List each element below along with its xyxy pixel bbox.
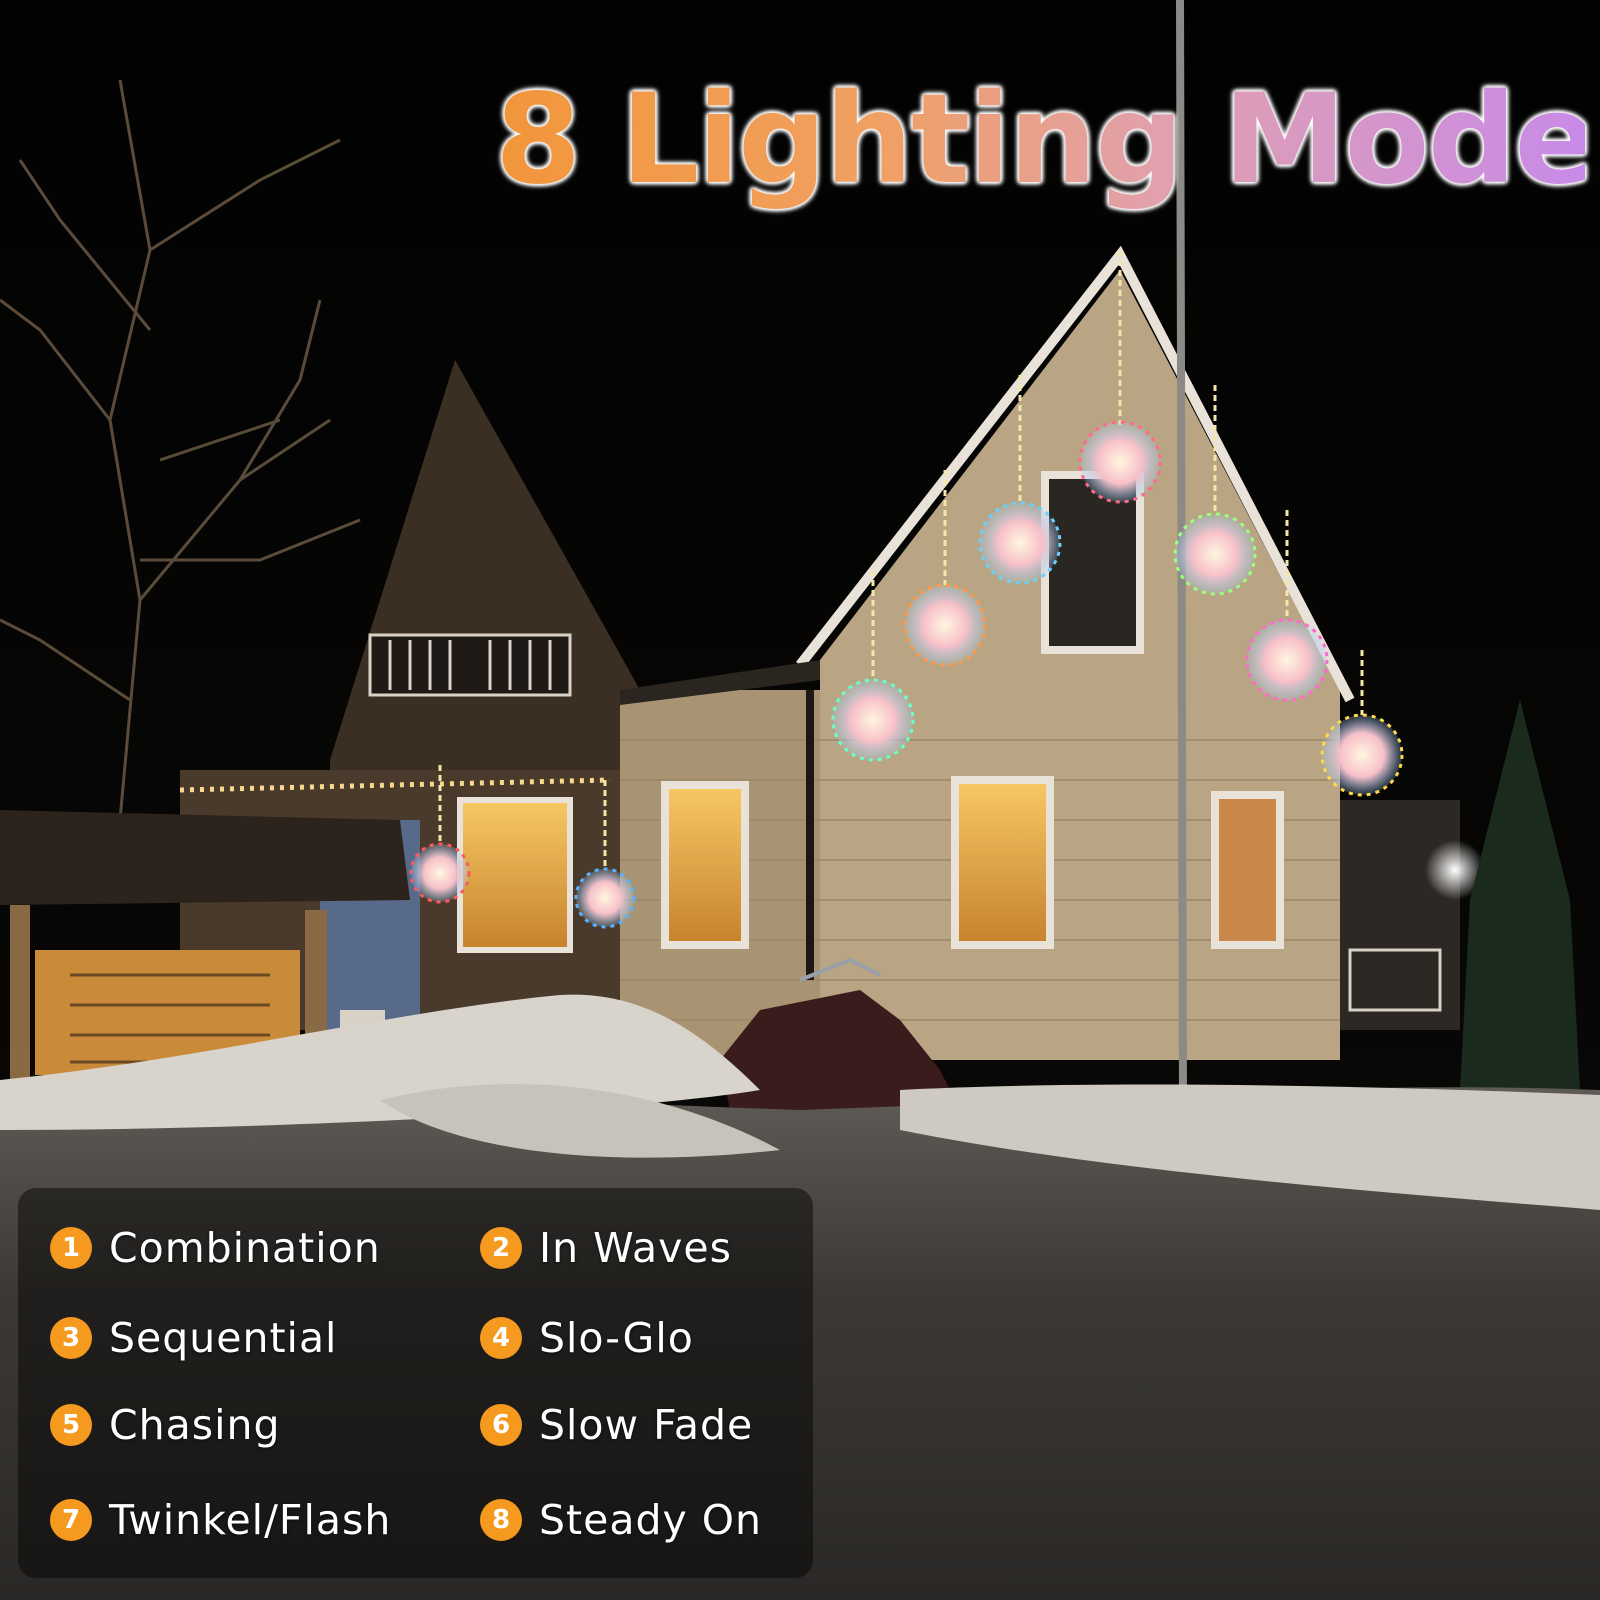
- shelter-roof: [0, 810, 410, 905]
- mode-item-steady-on: 8 Steady On: [480, 1490, 762, 1550]
- mode-number-badge: 1: [50, 1227, 92, 1269]
- mode-number-badge: 5: [50, 1404, 92, 1446]
- porch-window: [457, 797, 573, 953]
- mode-number-badge: 8: [480, 1499, 522, 1541]
- mode-item-slow-fade: 6 Slow Fade: [480, 1395, 753, 1455]
- mode-item-chasing: 5 Chasing: [50, 1395, 281, 1455]
- mode-label: Twinkel/Flash: [109, 1496, 392, 1544]
- mode-label: Steady On: [539, 1496, 763, 1544]
- mode-number-badge: 2: [480, 1227, 522, 1269]
- mode-label: Sequential: [109, 1314, 338, 1362]
- product-image: 8 Lighting Modes 1 Combination 2 In Wave…: [0, 0, 1600, 1600]
- mode-number-badge: 7: [50, 1499, 92, 1541]
- mode-label: Slo-Glo: [539, 1314, 694, 1362]
- mode-number-badge: 4: [480, 1317, 522, 1359]
- front-window-1: [951, 776, 1054, 949]
- mode-item-twinkle-flash: 7 Twinkel/Flash: [50, 1490, 391, 1550]
- mode-label: Combination: [109, 1224, 381, 1272]
- headline-title: 8 Lighting Modes: [495, 60, 1600, 220]
- front-window-2: [1211, 791, 1284, 949]
- mode-label: In Waves: [539, 1224, 733, 1272]
- mode-number-badge: 6: [480, 1404, 522, 1446]
- mode-label: Chasing: [109, 1401, 281, 1449]
- right-porch: [1340, 800, 1460, 1030]
- mode-item-combination: 1 Combination: [50, 1218, 381, 1278]
- balcony: [368, 633, 572, 697]
- mode-number-badge: 3: [50, 1317, 92, 1359]
- side-window: [661, 781, 749, 949]
- mode-item-sequential: 3 Sequential: [50, 1308, 337, 1368]
- mode-label: Slow Fade: [539, 1401, 754, 1449]
- mode-item-in-waves: 2 In Waves: [480, 1218, 732, 1278]
- mode-item-slo-glo: 4 Slo-Glo: [480, 1308, 694, 1368]
